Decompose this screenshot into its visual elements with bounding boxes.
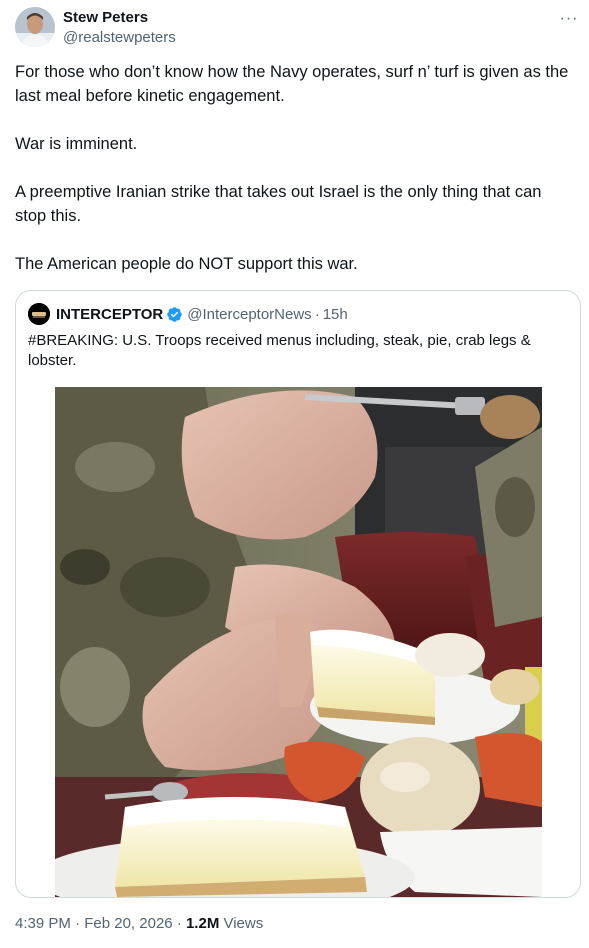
views-count[interactable]: 1.2M [186, 915, 219, 932]
author-avatar[interactable] [15, 7, 55, 47]
tweet-paragraph: A preemptive Iranian strike that takes o… [15, 183, 542, 225]
tweet-paragraph: The American people do NOT support this … [15, 255, 358, 273]
author-name[interactable]: Stew Peters [63, 9, 148, 26]
quote-text: #BREAKING: U.S. Troops received menus in… [28, 332, 531, 369]
author-handle[interactable]: @realstewpeters [63, 29, 176, 46]
tweet-date[interactable]: Feb 20, 2026 [84, 915, 172, 932]
more-options-icon[interactable]: ··· [557, 7, 581, 31]
footer-separator: · [70, 915, 85, 932]
quote-author-name[interactable]: INTERCEPTOR [56, 306, 163, 323]
tweet-paragraph: War is imminent. [15, 135, 138, 153]
tweet-header: Stew Peters @realstewpeters ··· [15, 7, 581, 51]
tweet-footer: 4:39 PM · Feb 20, 2026 · 1.2M Views [15, 915, 263, 932]
tweet-text: For those who don’t know how the Navy op… [15, 60, 577, 276]
quote-timestamp[interactable]: 15h [323, 306, 348, 323]
quote-photo[interactable] [55, 387, 542, 897]
quote-header: INTERCEPTOR @InterceptorNews · 15h [28, 303, 348, 325]
quoted-tweet[interactable]: INTERCEPTOR @InterceptorNews · 15h #BREA… [15, 290, 581, 898]
verified-badge-icon [166, 306, 183, 323]
footer-separator: · [172, 915, 186, 932]
quote-separator: · [314, 305, 320, 323]
views-label: Views [219, 915, 264, 932]
tweet-paragraph: For those who don’t know how the Navy op… [15, 63, 569, 105]
quote-author-handle[interactable]: @InterceptorNews [187, 306, 311, 323]
tweet-time[interactable]: 4:39 PM [15, 915, 71, 932]
quote-avatar[interactable] [28, 303, 50, 325]
